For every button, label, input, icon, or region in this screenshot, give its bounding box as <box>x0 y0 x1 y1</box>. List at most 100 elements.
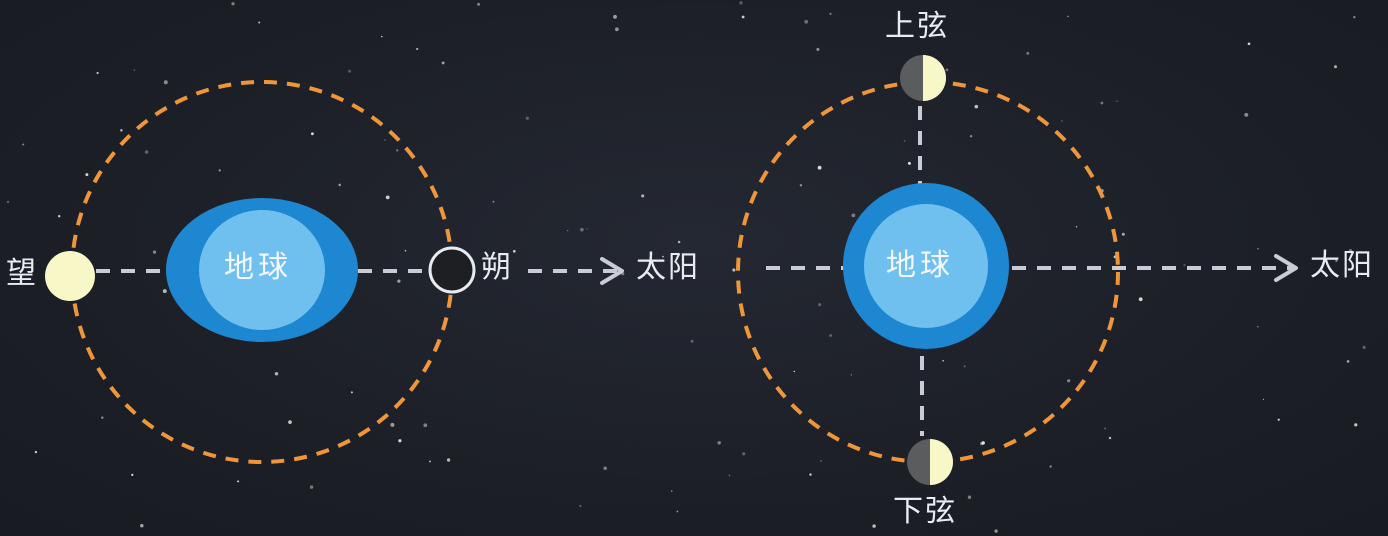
left-earth-label: 地球 <box>224 250 292 285</box>
star <box>613 14 617 19</box>
full-moon-icon <box>45 251 95 301</box>
star <box>671 490 673 492</box>
star <box>381 35 383 38</box>
star <box>416 47 419 51</box>
first-quarter-label: 上弦 <box>885 9 949 44</box>
new-moon-icon <box>428 246 476 294</box>
star <box>994 529 998 533</box>
star <box>1257 248 1259 250</box>
star <box>350 391 353 394</box>
star <box>101 416 104 419</box>
last-quarter-moon-icon <box>907 439 953 485</box>
star <box>512 249 516 253</box>
star <box>1346 360 1350 363</box>
star <box>397 279 401 283</box>
star <box>441 61 445 65</box>
star <box>218 169 221 172</box>
star <box>133 69 136 71</box>
star <box>963 365 966 368</box>
star <box>34 450 38 454</box>
star <box>981 441 985 445</box>
star <box>850 374 852 376</box>
star <box>741 15 745 19</box>
star <box>793 370 796 373</box>
star <box>398 439 402 443</box>
star <box>676 510 679 513</box>
star <box>907 161 911 165</box>
star <box>641 194 645 198</box>
full-moon-label: 望 <box>6 256 38 291</box>
star <box>1049 465 1052 468</box>
moon-phase-diagram: 望 地球 朔 太阳 上弦 地球 下弦 太阳 <box>0 0 1388 536</box>
star <box>390 422 395 427</box>
star <box>396 149 399 152</box>
right-diagram <box>736 55 1298 485</box>
star <box>969 135 973 138</box>
star <box>348 69 352 73</box>
star <box>820 459 823 462</box>
star <box>903 140 906 142</box>
star <box>1362 345 1366 349</box>
right-earth-label: 地球 <box>886 248 954 283</box>
star <box>1067 379 1071 383</box>
star <box>85 173 89 177</box>
star <box>1075 226 1078 228</box>
star <box>974 104 979 109</box>
star <box>1277 418 1280 421</box>
star <box>603 466 607 470</box>
star <box>804 19 809 24</box>
star <box>58 215 61 218</box>
star <box>872 524 876 528</box>
star <box>1183 264 1186 267</box>
star <box>1100 101 1104 105</box>
star <box>967 495 972 499</box>
star <box>579 504 582 508</box>
star <box>1121 232 1125 236</box>
star <box>274 371 279 376</box>
star <box>162 289 167 294</box>
star <box>1104 427 1107 430</box>
star <box>1061 120 1063 122</box>
star <box>816 47 820 51</box>
star <box>309 485 314 489</box>
star <box>567 229 569 232</box>
arrow-right-icon <box>1274 254 1298 282</box>
star <box>144 150 149 154</box>
star <box>492 200 495 203</box>
star <box>615 27 619 32</box>
star <box>385 195 390 200</box>
star <box>829 334 832 337</box>
star <box>945 68 949 72</box>
star <box>1026 51 1030 55</box>
star <box>152 250 157 254</box>
star <box>310 132 314 136</box>
star <box>1334 65 1337 69</box>
star <box>423 423 428 428</box>
star <box>818 303 822 307</box>
star <box>525 116 529 120</box>
star <box>22 143 25 146</box>
star <box>1138 297 1143 302</box>
star <box>96 71 99 75</box>
star <box>1262 398 1265 401</box>
star <box>446 458 451 462</box>
star <box>404 249 407 252</box>
star <box>163 80 168 85</box>
star <box>1108 436 1112 440</box>
star <box>732 268 736 272</box>
star <box>258 21 261 24</box>
new-moon-label: 朔 <box>481 250 513 285</box>
star <box>1244 112 1249 117</box>
star <box>1257 326 1259 328</box>
star <box>817 165 822 170</box>
star <box>288 420 292 424</box>
star <box>799 184 803 187</box>
star <box>690 339 694 343</box>
star <box>717 441 721 445</box>
star <box>1353 16 1356 19</box>
star <box>338 183 341 187</box>
star <box>677 240 681 244</box>
right-sun-label: 太阳 <box>1310 248 1374 283</box>
star <box>586 228 588 230</box>
star <box>829 12 832 15</box>
